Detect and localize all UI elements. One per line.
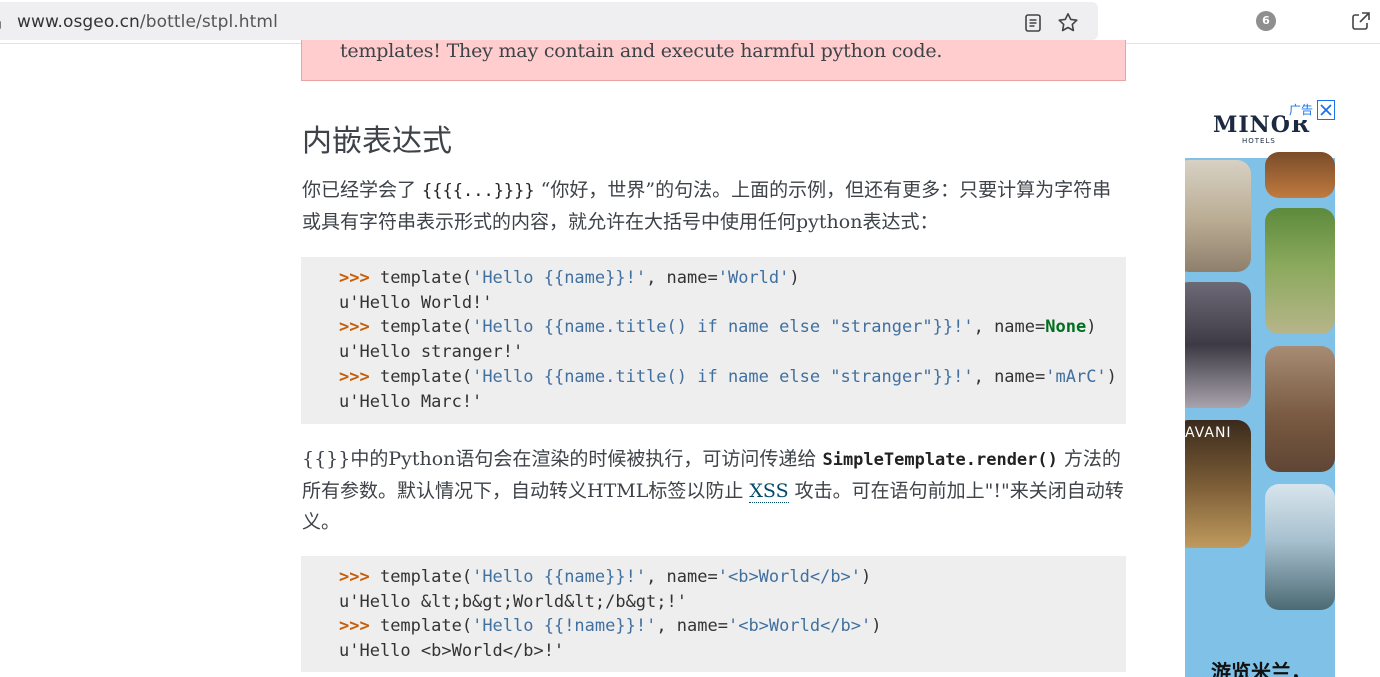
- advertisement-banner[interactable]: MINOR HOTELS 广告 AVANI 游览米兰，: [1185, 100, 1335, 677]
- ad-photo-beach: [1185, 160, 1251, 272]
- address-bar[interactable]: www.osgeo.cn/bottle/stpl.html: [0, 2, 1098, 40]
- ad-brand-subtitle: HOTELS: [1242, 137, 1276, 145]
- share-icon[interactable]: [1350, 10, 1372, 32]
- inline-code: SimpleTemplate.render(): [822, 450, 1058, 470]
- ad-photo-pool: [1265, 484, 1335, 610]
- paragraph-text: 你已经学会了: [302, 179, 423, 201]
- reader-view-icon[interactable]: [1022, 12, 1044, 34]
- code-text: , name=: [646, 567, 718, 587]
- code-block: >>> template('Hello {{name}}!', name='Wo…: [301, 257, 1126, 424]
- code-output: u'Hello <b>World</b>!': [339, 641, 565, 661]
- warning-text: templates! They may contain and execute …: [340, 40, 943, 62]
- ad-brand-avani: AVANI: [1185, 425, 1232, 441]
- code-string: 'Hello {{name}}!': [472, 268, 647, 288]
- code-output: u'Hello stranger!': [339, 342, 524, 362]
- warning-admonition: templates! They may contain and execute …: [301, 40, 1126, 81]
- browser-toolbar: www.osgeo.cn/bottle/stpl.html 6: [0, 0, 1380, 44]
- ad-photo-safari: [1265, 208, 1335, 334]
- code-string: 'mArC': [1045, 367, 1107, 387]
- code-text: ): [1106, 367, 1117, 387]
- code-text: , name=: [646, 268, 718, 288]
- ad-photo-lanterns: [1265, 152, 1335, 198]
- code-text: ): [1086, 317, 1097, 337]
- code-text: template(: [369, 567, 473, 587]
- url-path: /bottle/stpl.html: [139, 12, 278, 32]
- code-string: 'World': [717, 268, 790, 288]
- code-output: u'Hello World!': [339, 293, 493, 313]
- code-string: 'Hello {{!name}}!': [472, 616, 657, 636]
- code-text: ): [789, 268, 800, 288]
- code-string: 'Hello {{name.title() if name else "stra…: [472, 367, 974, 387]
- code-prompt: >>>: [339, 616, 370, 636]
- code-prompt: >>>: [339, 367, 370, 387]
- code-prompt: >>>: [339, 268, 370, 288]
- code-string: 'Hello {{name.title() if name else "stra…: [472, 317, 974, 337]
- code-string: 'Hello {{name}}!': [472, 567, 647, 587]
- ad-photo-fashion: [1185, 282, 1251, 408]
- code-line: >>> template('Hello {{name.title() if na…: [339, 315, 1096, 340]
- code-line: >>> template('Hello {{name.title() if na…: [339, 365, 1117, 390]
- ad-caption: 游览米兰，: [1211, 660, 1311, 677]
- code-text: , name=: [973, 317, 1046, 337]
- code-string: '<b>World</b>': [727, 616, 872, 636]
- code-text: template(: [369, 367, 473, 387]
- ad-choices-label[interactable]: 广告: [1285, 100, 1317, 120]
- code-output: u'Hello &lt;b&gt;World&lt;/b&gt;!': [339, 592, 687, 612]
- code-line: >>> template('Hello {{name}}!', name='Wo…: [339, 266, 800, 291]
- inline-code: {{{{...}}}}: [422, 181, 535, 201]
- code-output: u'Hello Marc!': [339, 392, 483, 412]
- code-text: ): [861, 567, 872, 587]
- url-host: www.osgeo.cn: [17, 12, 140, 32]
- code-prompt: >>>: [339, 567, 370, 587]
- bookmark-star-icon[interactable]: [1056, 11, 1080, 35]
- code-text: template(: [369, 616, 473, 636]
- code-text: ): [871, 616, 882, 636]
- code-string: '<b>World</b>': [717, 567, 862, 587]
- paragraph-text: {{}}中的Python语句会在渲染的时候被执行，可访问传递给: [302, 448, 823, 470]
- code-prompt: >>>: [339, 317, 370, 337]
- ad-photo-climbing: [1265, 346, 1335, 472]
- close-icon[interactable]: [1317, 100, 1335, 120]
- code-text: template(: [369, 317, 473, 337]
- code-block: >>> template('Hello {{name}}!', name='<b…: [301, 556, 1126, 672]
- code-text: , name=: [656, 616, 728, 636]
- code-line: >>> template('Hello {{!name}}!', name='<…: [339, 614, 882, 639]
- paragraph-intro: 你已经学会了 {{{{...}}}} “你好，世界”的句法。上面的示例，但还有更…: [302, 175, 1128, 238]
- code-text: template(: [369, 268, 473, 288]
- xss-link[interactable]: XSS: [749, 480, 789, 503]
- lock-icon[interactable]: [0, 14, 4, 30]
- extension-badge-icon[interactable]: 6: [1256, 11, 1276, 31]
- paragraph-escaping: {{}}中的Python语句会在渲染的时候被执行，可访问传递给 SimpleTe…: [302, 444, 1128, 538]
- section-title: 内嵌表达式: [302, 124, 452, 159]
- code-text: , name=: [973, 367, 1046, 387]
- code-keyword: None: [1045, 317, 1087, 337]
- code-line: >>> template('Hello {{name}}!', name='<b…: [339, 565, 871, 590]
- url-text[interactable]: www.osgeo.cn/bottle/stpl.html: [17, 12, 278, 32]
